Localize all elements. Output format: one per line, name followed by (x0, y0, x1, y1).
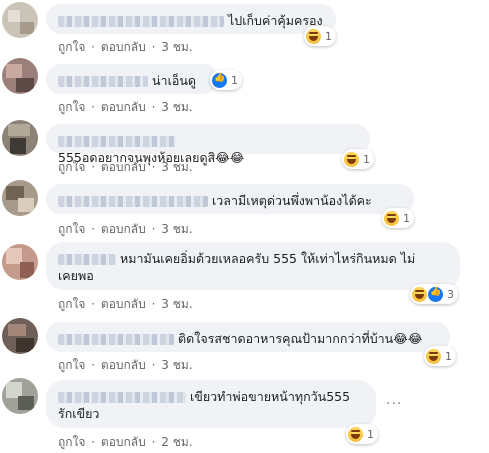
reaction-count: 3 (447, 287, 454, 301)
comment-actions: ถูกใจ · ตอบกลับ · 3 ชม. (58, 38, 195, 57)
reply-link[interactable]: ตอบกลับ (101, 40, 146, 54)
comment-bubble: ติดใจรสชาดอาหารคุณป้ามากกว่าที่บ้าน😂😂 (46, 322, 450, 352)
haha-icon (384, 210, 399, 226)
like-icon (428, 286, 443, 302)
comment-bubble: หมามันเคยอิ่มด้วยเหลอครับ 555 ให้เท่าไหร… (46, 242, 460, 290)
like-link[interactable]: ถูกใจ (58, 297, 85, 311)
avatar[interactable] (2, 378, 38, 414)
reply-link[interactable]: ตอบกลับ (101, 160, 146, 174)
comment-text-line1: เขียวทำพ่อขายหน้าทุกวัน555 (190, 389, 351, 404)
avatar[interactable] (2, 58, 38, 94)
reaction-summary[interactable]: 1 (346, 424, 378, 444)
comment-bubble: เขียวทำพ่อขายหน้าทุกวัน555 รักเขียว (46, 380, 376, 428)
comment-actions: ถูกใจ · ตอบกลับ · 3 ชม. (58, 98, 195, 117)
reaction-summary[interactable]: 1 (342, 149, 374, 169)
reply-link[interactable]: ตอบกลับ (101, 358, 146, 372)
separator: · (91, 160, 96, 174)
avatar[interactable] (2, 318, 38, 354)
avatar[interactable] (2, 120, 38, 156)
separator: · (151, 358, 156, 372)
comment-actions: ถูกใจ · ตอบกลับ · 3 ชม. (58, 220, 195, 239)
separator: · (91, 358, 96, 372)
avatar[interactable] (2, 2, 38, 38)
timestamp[interactable]: 3 ชม. (161, 160, 192, 174)
haha-icon (412, 286, 427, 302)
reaction-summary[interactable]: 3 (410, 284, 458, 304)
reply-link[interactable]: ตอบกลับ (101, 435, 146, 449)
comment-bubble: น่าเอ็นดู (46, 64, 218, 94)
timestamp[interactable]: 3 ชม. (161, 297, 192, 311)
comment-text-line2: เคยพอ (58, 268, 94, 283)
reaction-summary[interactable]: 1 (382, 208, 414, 228)
separator: · (151, 100, 156, 114)
separator: · (151, 222, 156, 236)
like-link[interactable]: ถูกใจ (58, 100, 85, 114)
comment-actions: ถูกใจ · ตอบกลับ · 3 ชม. (58, 295, 195, 314)
separator: · (91, 40, 96, 54)
reaction-count: 1 (367, 427, 374, 441)
separator: · (151, 40, 156, 54)
timestamp[interactable]: 3 ชม. (161, 358, 192, 372)
timestamp[interactable]: 2 ชม. (161, 435, 192, 449)
commenter-name[interactable] (58, 136, 176, 147)
reply-link[interactable]: ตอบกลับ (101, 297, 146, 311)
commenter-name[interactable] (58, 254, 116, 265)
reaction-count: 1 (231, 73, 238, 87)
separator: · (91, 222, 96, 236)
like-link[interactable]: ถูกใจ (58, 40, 85, 54)
reaction-count: 1 (363, 152, 370, 166)
timestamp[interactable]: 3 ชม. (161, 222, 192, 236)
comment-text: ไปเก็บค่าคุ้มครอง (228, 13, 323, 28)
haha-icon (426, 348, 441, 364)
haha-icon (306, 28, 321, 44)
reaction-count: 1 (325, 29, 332, 43)
like-link[interactable]: ถูกใจ (58, 222, 85, 236)
like-link[interactable]: ถูกใจ (58, 435, 85, 449)
comment-bubble: เวลามีเหตุด่วนพึ่งพาน้องได้คะ (46, 184, 414, 214)
like-icon (212, 72, 227, 88)
timestamp[interactable]: 3 ชม. (161, 100, 192, 114)
comment-text-line2: รักเขียว (58, 406, 100, 421)
separator: · (151, 435, 156, 449)
comment-bubble: ไปเก็บค่าคุ้มครอง (46, 4, 336, 34)
haha-icon (348, 426, 363, 442)
comment-actions: ถูกใจ · ตอบกลับ · 2 ชม. (58, 433, 195, 452)
like-link[interactable]: ถูกใจ (58, 358, 85, 372)
comment-actions: ถูกใจ · ตอบกลับ · 3 ชม. (58, 158, 195, 177)
comment-text-line1: หมามันเคยอิ่มด้วยเหลอครับ 555 ให้เท่าไหร… (120, 251, 416, 266)
separator: · (91, 435, 96, 449)
comment-actions: ถูกใจ · ตอบกลับ · 3 ชม. (58, 356, 195, 375)
like-link[interactable]: ถูกใจ (58, 160, 85, 174)
commenter-name[interactable] (58, 392, 186, 403)
comment-text: ติดใจรสชาดอาหารคุณป้ามากกว่าที่บ้าน😂😂 (178, 331, 423, 346)
commenter-name[interactable] (58, 76, 148, 87)
timestamp[interactable]: 3 ชม. (161, 40, 192, 54)
reply-link[interactable]: ตอบกลับ (101, 222, 146, 236)
comment-bubble: 555อดอยากจนพุงห้อยเลยดูสิ😂😂 (46, 124, 370, 165)
commenter-name[interactable] (58, 196, 208, 207)
reaction-summary[interactable]: 1 (424, 346, 456, 366)
separator: · (91, 100, 96, 114)
reaction-count: 1 (445, 349, 452, 363)
haha-icon (344, 151, 359, 167)
avatar[interactable] (2, 244, 38, 280)
reaction-summary[interactable]: 1 (210, 70, 242, 90)
separator: · (91, 297, 96, 311)
separator: · (151, 160, 156, 174)
commenter-name[interactable] (58, 16, 224, 27)
reaction-count: 1 (403, 211, 410, 225)
commenter-name[interactable] (58, 334, 174, 345)
comment-text: น่าเอ็นดู (152, 73, 197, 88)
separator: · (151, 297, 156, 311)
reply-link[interactable]: ตอบกลับ (101, 100, 146, 114)
avatar[interactable] (2, 180, 38, 216)
reaction-summary[interactable]: 1 (304, 26, 336, 46)
comment-text: เวลามีเหตุด่วนพึ่งพาน้องได้คะ (212, 193, 372, 208)
more-options-icon[interactable]: ··· (386, 396, 402, 412)
